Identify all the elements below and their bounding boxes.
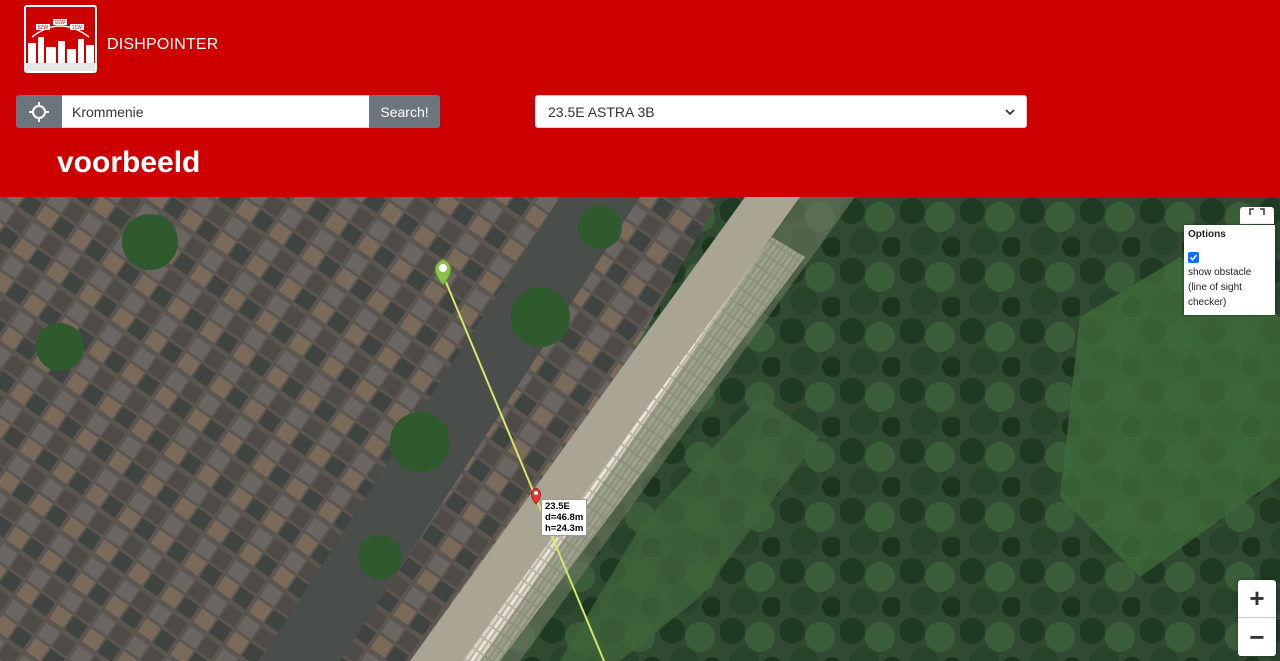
options-title: Options <box>1188 229 1226 240</box>
zoom-in-button[interactable]: + <box>1238 580 1276 618</box>
page-title: voorbeeld <box>57 146 201 179</box>
satellite-map[interactable]: 23.5E d=46.8m h=24.3m <box>0 197 1280 661</box>
locate-button[interactable] <box>16 95 62 128</box>
header: 82W 91W 11W DISHPOINTER Search! 23.5E AS… <box>0 0 1280 197</box>
zoom-control: + − <box>1238 580 1276 656</box>
show-obstacle-checkbox[interactable] <box>1188 252 1199 263</box>
chevron-down-icon <box>1005 109 1015 116</box>
satellite-select[interactable]: 23.5E ASTRA 3B <box>535 95 1027 128</box>
dishpointer-logo[interactable]: 82W 91W 11W <box>24 5 97 73</box>
satellite-select-value: 23.5E ASTRA 3B <box>548 103 655 120</box>
obstacle-satellite: 23.5E <box>545 501 570 512</box>
search-button[interactable]: Search! <box>369 95 440 128</box>
brand-name: DISHPOINTER <box>107 36 219 53</box>
fullscreen-icon <box>1249 208 1265 215</box>
zoom-out-button[interactable]: − <box>1238 618 1276 656</box>
logo-label-1: 82W <box>38 25 49 31</box>
logo-label-2: 91W <box>55 20 66 26</box>
logo-label-3: 11W <box>72 25 82 31</box>
obstacle-distance: d=46.8m <box>545 512 584 523</box>
checkmark-icon <box>1189 254 1198 261</box>
fullscreen-button[interactable] <box>1240 207 1274 224</box>
location-search-input[interactable] <box>62 95 369 128</box>
obstacle-info-label: 23.5E d=46.8m h=24.3m <box>541 499 588 536</box>
satellite-imagery <box>0 197 1280 661</box>
obstacle-height: h=24.3m <box>545 523 584 534</box>
show-obstacle-label[interactable]: show obstacle (line of sight checker) <box>1188 265 1271 310</box>
crosshair-icon <box>29 101 49 122</box>
options-panel: Options show obstacle (line of sight che… <box>1184 225 1275 315</box>
